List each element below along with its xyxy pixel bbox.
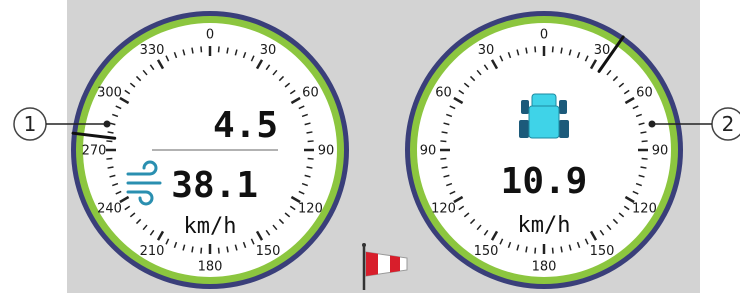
scale-label: 0 (540, 28, 548, 43)
minor-tick (534, 247, 537, 254)
minor-tick (226, 246, 229, 253)
scale-label: 60 (435, 86, 452, 101)
vehicle-gauge: 0 30 60 90 120 150 180 150 120 90 60 30 10.9 km/h (405, 11, 683, 289)
scale-label: 90 (318, 144, 335, 159)
minor-tick (306, 166, 313, 169)
scale-label: 30 (260, 43, 277, 58)
scale-label: 90 (652, 144, 669, 159)
minor-tick (200, 247, 203, 254)
windsock-icon (362, 243, 408, 290)
minor-tick (441, 166, 448, 169)
minor-tick (106, 140, 113, 143)
minor-tick (525, 246, 528, 253)
minor-tick (441, 131, 448, 134)
wind-speed-value: 38.1 (171, 165, 258, 206)
minor-tick (307, 140, 314, 143)
minor-tick (307, 157, 314, 160)
minor-tick (440, 140, 447, 143)
scale-label: 30 (478, 43, 495, 58)
scale-label: 180 (198, 260, 223, 275)
callout-1-label: 1 (24, 112, 37, 136)
minor-tick (641, 157, 648, 160)
scale-label: 240 (97, 202, 122, 217)
minor-tick (534, 46, 537, 53)
minor-tick (106, 157, 113, 160)
gauges-canvas: 0306090120150180210240270300330 4.5 38.1… (13, 11, 740, 290)
scale-label: 60 (636, 86, 653, 101)
scale-label: 150 (590, 244, 615, 259)
scale-label: 90 (420, 144, 437, 159)
scale-label: 150 (256, 244, 281, 259)
minor-tick (191, 47, 194, 54)
minor-tick (551, 46, 554, 53)
minor-tick (640, 166, 647, 169)
right-gauge-face (417, 23, 671, 277)
minor-tick (191, 246, 194, 253)
scale-label: 210 (140, 244, 165, 259)
scale-label: 0 (206, 28, 214, 43)
wind-speed-unit: km/h (184, 214, 237, 239)
scale-label: 330 (140, 43, 165, 58)
minor-tick (525, 47, 528, 54)
minor-tick (200, 46, 203, 53)
scale-label: 270 (82, 144, 107, 159)
scale-label: 60 (302, 86, 319, 101)
scale-label: 30 (594, 43, 611, 58)
minor-tick (217, 247, 220, 254)
minor-tick (107, 166, 114, 169)
callout-2-label: 2 (722, 112, 735, 136)
scale-label: 120 (298, 202, 323, 217)
minor-tick (217, 46, 220, 53)
minor-tick (560, 246, 563, 253)
vehicle-speed-unit: km/h (518, 213, 571, 238)
minor-tick (551, 247, 554, 254)
minor-tick (226, 47, 229, 54)
scale-label: 180 (532, 260, 557, 275)
minor-tick (107, 131, 114, 134)
vehicle-speed-value: 10.9 (501, 161, 588, 202)
wind-gauge: 0 30 60 90 120 150 180 210 240 270 300 330 4.5 38.1… (71, 11, 349, 289)
scale-label: 120 (632, 202, 657, 217)
scale-label: 150 (474, 244, 499, 259)
minor-tick (640, 131, 647, 134)
scale-label: 300 (97, 86, 122, 101)
minor-tick (440, 157, 447, 160)
minor-tick (641, 140, 648, 143)
wind-direction-value: 4.5 (213, 105, 278, 146)
minor-tick (560, 47, 563, 54)
scale-label: 120 (431, 202, 456, 217)
minor-tick (306, 131, 313, 134)
